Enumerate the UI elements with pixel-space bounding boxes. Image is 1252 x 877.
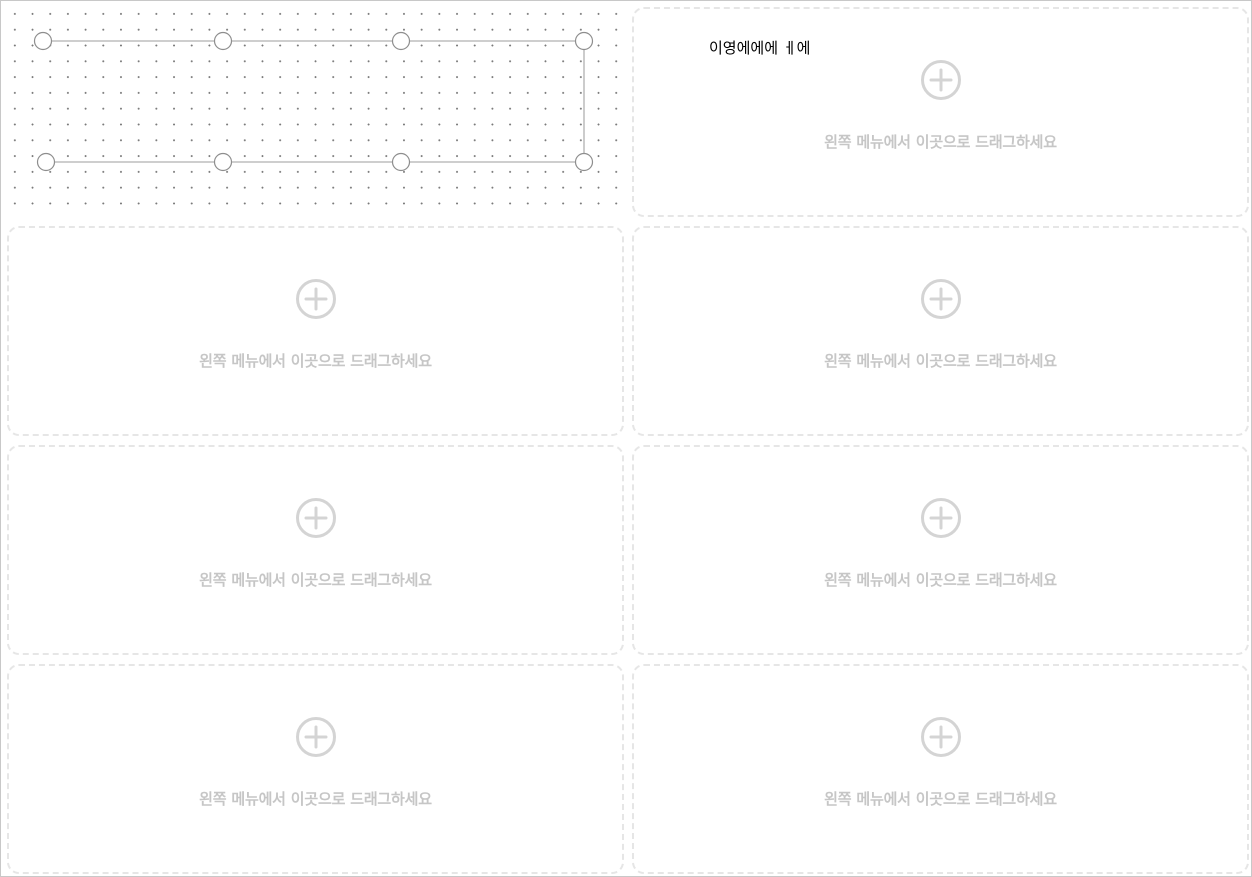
diagram-node[interactable] (574, 152, 594, 172)
drop-zone-hint: 왼쪽 메뉴에서 이곳으로 드래그하세요 (824, 352, 1057, 370)
add-circle-icon (920, 60, 961, 100)
add-circle-icon (920, 717, 961, 757)
drop-zone[interactable]: 왼쪽 메뉴에서 이곳으로 드래그하세요 (7, 226, 624, 436)
floating-text-label[interactable]: 이영에에에 ㅔ에 (709, 37, 810, 58)
diagram-node[interactable] (391, 31, 411, 51)
drop-zone[interactable]: 왼쪽 메뉴에서 이곳으로 드래그하세요 (632, 664, 1249, 874)
drop-zone[interactable]: 왼쪽 메뉴에서 이곳으로 드래그하세요 (7, 445, 624, 655)
diagram-canvas[interactable] (2, 2, 624, 216)
drop-zone-hint: 왼쪽 메뉴에서 이곳으로 드래그하세요 (199, 352, 432, 370)
dashboard-frame: 왼쪽 메뉴에서 이곳으로 드래그하세요 이영에에에 ㅔ에 왼쪽 메뉴에서 이곳으… (0, 0, 1252, 877)
drop-zone-hint: 왼쪽 메뉴에서 이곳으로 드래그하세요 (824, 571, 1057, 589)
drop-zone[interactable]: 왼쪽 메뉴에서 이곳으로 드래그하세요 (7, 664, 624, 874)
diagram-node[interactable] (33, 31, 53, 51)
add-circle-icon (920, 279, 961, 319)
add-circle-icon (295, 498, 336, 538)
drop-zone[interactable]: 왼쪽 메뉴에서 이곳으로 드래그하세요 (632, 445, 1249, 655)
add-circle-icon (295, 279, 336, 319)
drop-zone[interactable]: 왼쪽 메뉴에서 이곳으로 드래그하세요 (632, 226, 1249, 436)
diagram-node[interactable] (574, 31, 594, 51)
diagram-node[interactable] (213, 152, 233, 172)
drop-zone-hint: 왼쪽 메뉴에서 이곳으로 드래그하세요 (199, 571, 432, 589)
drop-zone-hint: 왼쪽 메뉴에서 이곳으로 드래그하세요 (824, 133, 1057, 151)
diagram-node[interactable] (36, 152, 56, 172)
node-diagram (33, 31, 594, 172)
drop-zone-hint: 왼쪽 메뉴에서 이곳으로 드래그하세요 (199, 790, 432, 808)
diagram-node[interactable] (391, 152, 411, 172)
add-circle-icon (920, 498, 961, 538)
drop-zone-hint: 왼쪽 메뉴에서 이곳으로 드래그하세요 (824, 790, 1057, 808)
diagram-node[interactable] (213, 31, 233, 51)
add-circle-icon (295, 717, 336, 757)
